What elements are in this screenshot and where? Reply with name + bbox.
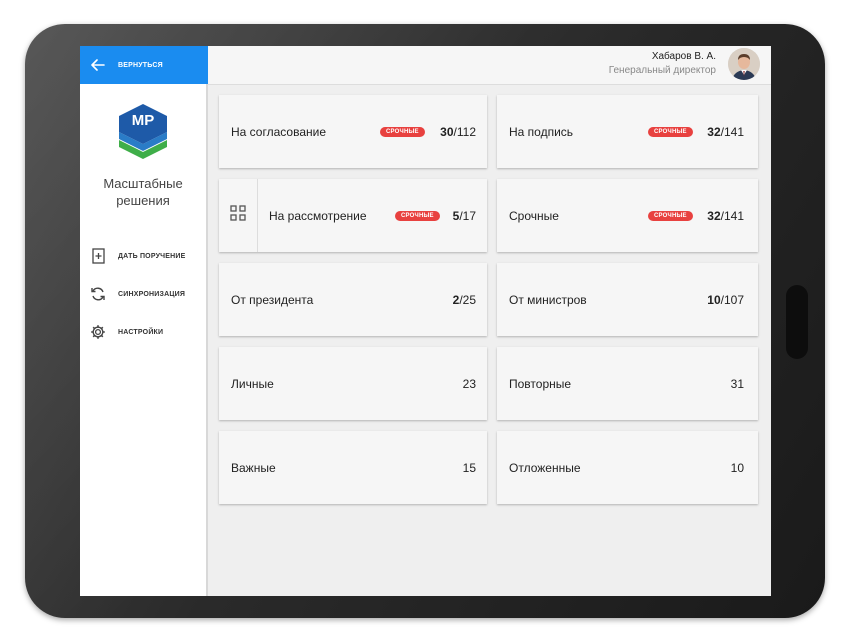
home-button[interactable] xyxy=(786,285,808,359)
header-bar: Хабаров В. А. Генеральный директор xyxy=(208,46,771,85)
user-role: Генеральный директор xyxy=(608,65,716,76)
app-screen: ВЕРНУТЬСЯ МР Масштабные решения ДАТЬ ПОР… xyxy=(80,46,771,596)
card-label: На согласование xyxy=(231,125,326,139)
card-signature[interactable]: На подпись СРОЧНЫЕ 32/141 xyxy=(497,95,758,168)
total-count: /112 xyxy=(453,125,476,139)
card-count: 5/17 xyxy=(453,209,476,223)
brand-name: Масштабные решения xyxy=(80,175,206,209)
card-review[interactable]: На рассмотрение СРОЧНЫЕ 5/17 xyxy=(219,179,487,252)
menu-label: СИНХРОНИЗАЦИЯ xyxy=(118,290,186,298)
card-important[interactable]: Важные 15 xyxy=(219,431,487,504)
card-count: 2/25 xyxy=(453,293,476,307)
card-personal[interactable]: Личные 23 xyxy=(219,347,487,420)
total-count: /107 xyxy=(720,293,744,307)
card-postponed[interactable]: Отложенные 10 xyxy=(497,431,758,504)
card-president[interactable]: От президента 2/25 xyxy=(219,263,487,336)
total-count: /141 xyxy=(720,209,744,223)
brand-line-1: Масштабные xyxy=(103,176,183,191)
card-label: На рассмотрение xyxy=(269,209,367,223)
urgent-badge: СРОЧНЫЕ xyxy=(395,211,440,221)
card-label: На подпись xyxy=(509,125,574,139)
menu-label: НАСТРОЙКИ xyxy=(118,328,164,336)
tablet-frame: ВЕРНУТЬСЯ МР Масштабные решения ДАТЬ ПОР… xyxy=(25,24,825,618)
card-count: 31 xyxy=(730,377,744,391)
urgent-badge: СРОЧНЫЕ xyxy=(648,127,693,137)
card-count: 15 xyxy=(462,461,476,475)
card-count: 32/141 xyxy=(707,125,744,139)
urgent-badge: СРОЧНЫЕ xyxy=(380,127,425,137)
total-count: /17 xyxy=(459,209,476,223)
brand-line-2: решения xyxy=(116,193,170,208)
logo-text: МР xyxy=(131,112,155,129)
urgent-count: 30 xyxy=(440,125,454,139)
add-document-icon xyxy=(90,248,106,264)
sidebar: ВЕРНУТЬСЯ МР Масштабные решения ДАТЬ ПОР… xyxy=(80,46,208,596)
card-label: От министров xyxy=(509,293,587,307)
menu-item-settings[interactable]: НАСТРОЙКИ xyxy=(90,324,163,340)
back-button[interactable]: ВЕРНУТЬСЯ xyxy=(80,46,208,84)
total-count: /25 xyxy=(459,293,476,307)
arrow-left-icon xyxy=(90,57,106,73)
card-label: Срочные xyxy=(509,209,559,223)
card-label: Повторные xyxy=(509,377,572,391)
avatar[interactable] xyxy=(728,48,760,80)
sync-icon xyxy=(90,286,106,302)
urgent-badge: СРОЧНЫЕ xyxy=(648,211,693,221)
total-count: /141 xyxy=(720,125,744,139)
urgent-count: 10 xyxy=(707,293,721,307)
menu-label: ДАТЬ ПОРУЧЕНИЕ xyxy=(118,252,186,260)
company-logo: МР xyxy=(117,102,169,164)
urgent-count: 32 xyxy=(707,125,721,139)
card-urgent[interactable]: Срочные СРОЧНЫЕ 32/141 xyxy=(497,179,758,252)
card-label: От президента xyxy=(231,293,314,307)
user-name: Хабаров В. А. xyxy=(651,51,716,62)
gear-icon xyxy=(90,324,106,340)
urgent-count: 32 xyxy=(707,209,721,223)
grid-view-button[interactable] xyxy=(219,179,258,252)
card-count: 10/107 xyxy=(707,293,744,307)
card-ministers[interactable]: От министров 10/107 xyxy=(497,263,758,336)
card-label: Отложенные xyxy=(509,461,581,475)
card-count: 32/141 xyxy=(707,209,744,223)
card-count: 10 xyxy=(730,461,744,475)
card-approval[interactable]: На согласование СРОЧНЫЕ 30/112 xyxy=(219,95,487,168)
card-count: 23 xyxy=(462,377,476,391)
menu-item-sync[interactable]: СИНХРОНИЗАЦИЯ xyxy=(90,286,185,302)
card-count: 30/112 xyxy=(440,125,476,139)
menu-item-give-order[interactable]: ДАТЬ ПОРУЧЕНИЕ xyxy=(90,248,186,264)
card-label: Личные xyxy=(231,377,274,391)
back-label: ВЕРНУТЬСЯ xyxy=(118,61,163,69)
card-label: Важные xyxy=(231,461,276,475)
grid-icon xyxy=(230,205,246,226)
card-repeated[interactable]: Повторные 31 xyxy=(497,347,758,420)
